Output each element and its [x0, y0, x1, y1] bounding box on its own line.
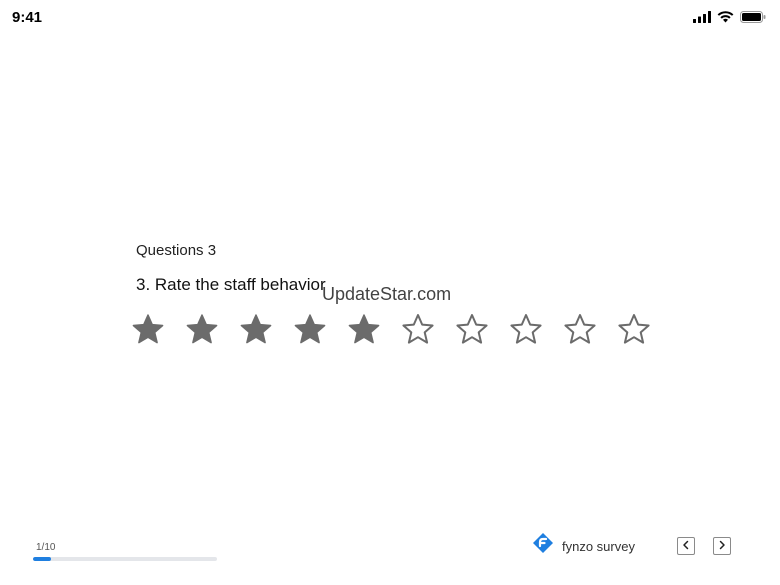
star-rating: [130, 312, 670, 348]
question-text: 3. Rate the staff behavior: [136, 275, 326, 294]
star-empty-icon[interactable]: [454, 312, 490, 348]
previous-button[interactable]: [677, 537, 695, 555]
star-filled-icon[interactable]: [346, 312, 382, 348]
star-filled-icon[interactable]: [130, 312, 166, 348]
fynzo-logo-icon: [532, 532, 554, 561]
brand: fynzo survey: [532, 532, 635, 561]
wifi-icon: [717, 10, 734, 28]
star-empty-icon[interactable]: [562, 312, 598, 348]
progress-bar: [33, 557, 217, 561]
chevron-right-icon: [717, 537, 727, 555]
chevron-left-icon: [681, 537, 691, 555]
signal-icon: [693, 10, 711, 28]
battery-icon: [740, 10, 766, 28]
next-button[interactable]: [713, 537, 731, 555]
star-empty-icon[interactable]: [508, 312, 544, 348]
status-icons: [693, 10, 766, 28]
watermark: UpdateStar.com: [322, 284, 452, 304]
star-filled-icon[interactable]: [184, 312, 220, 348]
progress-label: 1/10: [36, 542, 56, 553]
status-bar: 9:41: [0, 0, 780, 36]
progress-fill: [33, 557, 52, 561]
question-number-label: Questions 3: [136, 242, 217, 259]
star-empty-icon[interactable]: [400, 312, 436, 348]
star-empty-icon[interactable]: [616, 312, 652, 348]
star-filled-icon[interactable]: [292, 312, 328, 348]
brand-name: fynzo survey: [562, 539, 635, 554]
status-time: 9:41: [12, 9, 43, 26]
star-filled-icon[interactable]: [238, 312, 274, 348]
